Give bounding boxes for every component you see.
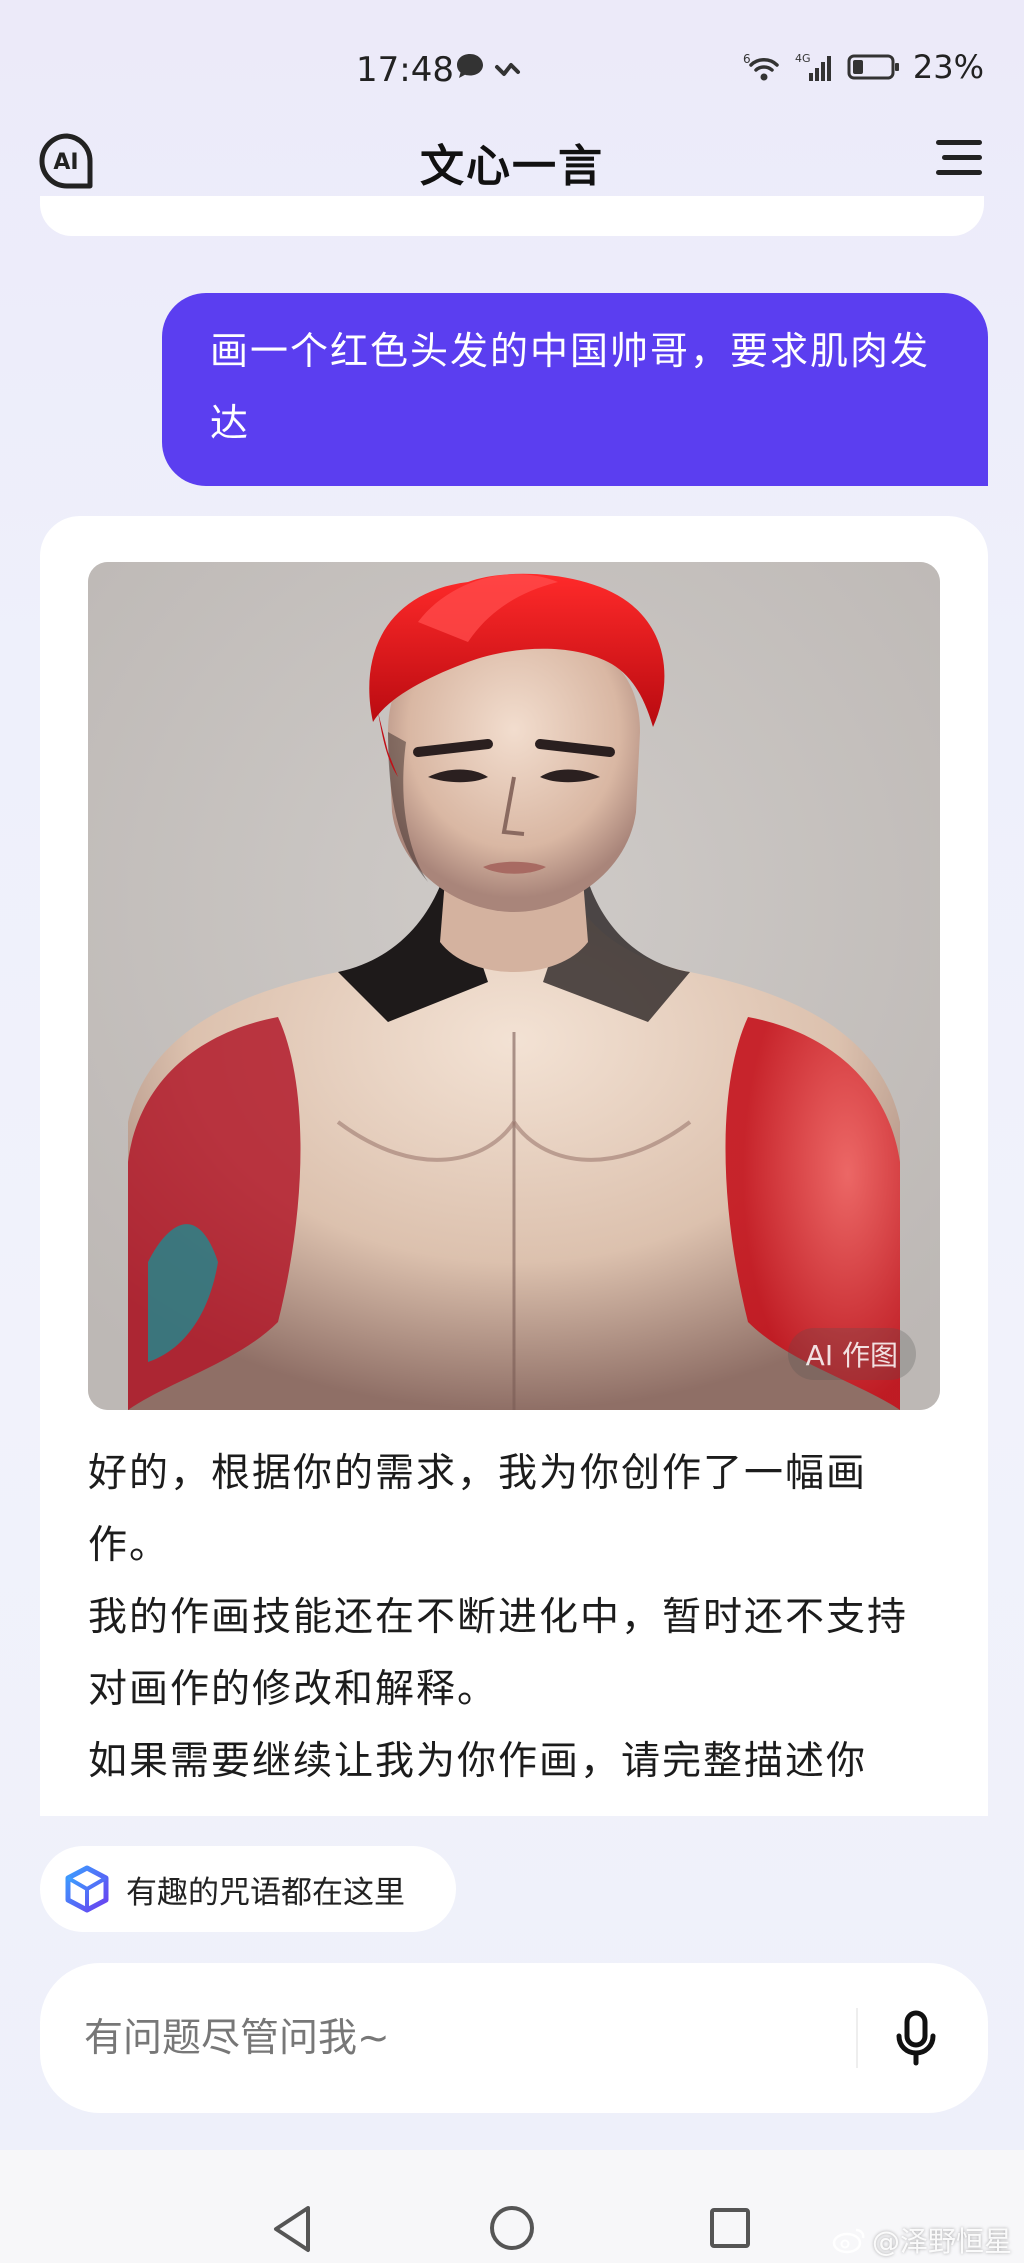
microphone-icon: [896, 2010, 936, 2066]
svg-text:4G: 4G: [795, 52, 811, 65]
battery-percentage: 23%: [912, 48, 984, 86]
cube-icon: [65, 1865, 109, 1913]
chat-bubble-icon: [457, 54, 483, 78]
status-time: 17:48: [356, 50, 454, 90]
prompt-suggestion-chip[interactable]: 有趣的咒语都在这里: [40, 1846, 456, 1932]
generated-image[interactable]: AI 作图: [88, 562, 940, 1410]
status-bar: 17:48 6 4G 23%: [0, 0, 1024, 130]
wifi-icon: 6: [743, 52, 779, 81]
svg-text:6: 6: [743, 52, 751, 66]
ai-response-paragraph: 如果需要继续让我为你作画，请完整描述你: [88, 1739, 868, 1784]
cellular-signal-icon: 4G: [795, 52, 831, 81]
home-icon[interactable]: [488, 2204, 536, 2252]
recent-apps-icon[interactable]: [708, 2206, 752, 2250]
app-header: AI 文心一言: [0, 120, 1024, 200]
ai-image-tag: AI 作图: [787, 1328, 916, 1380]
page-title: 文心一言: [420, 141, 604, 192]
link-icon: [495, 63, 520, 76]
chat-input-bar: [40, 1963, 988, 2113]
credit-watermark: @泽野恒星: [832, 2220, 1012, 2260]
status-notification-icons: [455, 52, 525, 80]
weibo-icon: [832, 2228, 865, 2254]
ai-response-text: 好的，根据你的需求，我为你创作了一幅画作。 我的作画技能还在不断进化中，暂时还不…: [88, 1438, 948, 1798]
ai-response-paragraph: 我的作画技能还在不断进化中，暂时还不支持对画作的修改和解释。: [88, 1595, 909, 1712]
user-message-bubble: 画一个红色头发的中国帅哥，要求肌肉发达: [162, 293, 988, 486]
credit-text: @泽野恒星: [871, 2225, 1012, 2258]
status-right: 6 4G 23%: [743, 48, 984, 86]
back-icon[interactable]: [270, 2204, 314, 2254]
ai-response-card: AI 作图 好的，根据你的需求，我为你创作了一幅画作。 我的作画技能还在不断进化…: [40, 516, 988, 1816]
menu-icon[interactable]: [934, 136, 984, 180]
suggestion-chip-label: 有趣的咒语都在这里: [126, 1874, 405, 1911]
input-divider: [856, 2008, 858, 2068]
battery-icon: [847, 54, 899, 80]
chat-input[interactable]: [40, 2015, 856, 2061]
ai-response-paragraph: 好的，根据你的需求，我为你创作了一幅画作。: [88, 1451, 868, 1568]
previous-message-card: [40, 196, 984, 236]
voice-input-button[interactable]: [886, 2003, 946, 2073]
generated-portrait-illustration: [88, 562, 940, 1410]
